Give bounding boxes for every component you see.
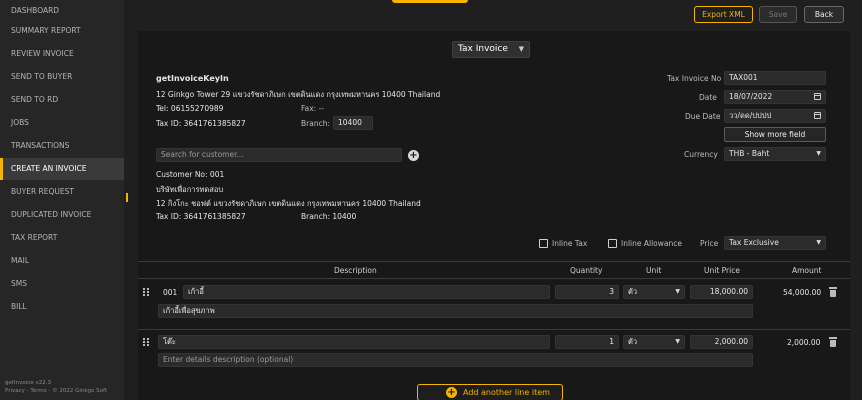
customer-number: Customer No: 001	[156, 170, 225, 179]
drag-handle-icon[interactable]	[143, 288, 149, 297]
tax-invoice-no-label: Tax Invoice No	[667, 74, 722, 83]
save-button[interactable]: Save	[759, 6, 797, 23]
export-xml-button[interactable]: Export XML	[694, 6, 753, 23]
main-content: Export XML Save Back Tax Invoice ▼ getIn…	[128, 0, 862, 400]
sidebar-footer: getInvoice v22.3 Privacy - Terms - © 202…	[5, 379, 107, 395]
calendar-icon[interactable]	[814, 112, 821, 119]
invoice-form: Tax Invoice ▼ getInvoiceKeyIn 12 Ginkgo …	[138, 31, 850, 400]
active-tab-indicator	[392, 0, 468, 3]
add-customer-icon[interactable]: +	[408, 150, 419, 161]
customer-name: บริษัทเพื่อการทดสอบ	[156, 185, 224, 194]
chevron-down-icon: ▼	[518, 45, 524, 53]
row-1-amount: 54,000.00	[783, 288, 822, 297]
seller-name: getInvoiceKeyIn	[156, 74, 229, 83]
chevron-down-icon: ▼	[675, 338, 680, 345]
row-divider	[138, 329, 850, 330]
currency-label: Currency	[684, 150, 718, 159]
chevron-down-icon: ▼	[675, 288, 680, 295]
sidebar-item-bill[interactable]: BILL	[0, 296, 124, 318]
sidebar-item-mail[interactable]: MAIL	[0, 250, 124, 272]
sidebar: DASHBOARD SUMMARY REPORT REVIEW INVOICE …	[0, 0, 124, 400]
add-line-item-button[interactable]: + Add another line item	[417, 384, 563, 400]
calendar-icon[interactable]	[814, 93, 821, 100]
date-label: Date	[699, 93, 717, 102]
row-2-name-field[interactable]: โต๊ะ	[158, 335, 550, 349]
column-unit: Unit	[646, 266, 662, 275]
date-value: 18/07/2022	[729, 92, 773, 101]
column-unit-price: Unit Price	[704, 266, 740, 275]
sidebar-item-sms[interactable]: SMS	[0, 273, 124, 295]
row-2-amount: 2,000.00	[787, 338, 821, 347]
line-items-header: Description Quantity Unit Unit Price Amo…	[138, 261, 850, 279]
sidebar-item-jobs[interactable]: JOBS	[0, 112, 124, 134]
inline-allowance-label: Inline Allowance	[621, 239, 682, 248]
currency-value: THB - Baht	[729, 149, 770, 158]
price-label: Price	[700, 239, 719, 248]
row-2-unit-price-field[interactable]: 2,000.00	[690, 335, 753, 349]
show-more-field-button[interactable]: Show more field	[724, 127, 826, 142]
row-2-unit-select[interactable]: ตัว ▼	[623, 335, 685, 349]
chevron-down-icon: ▼	[816, 150, 821, 157]
sidebar-item-send-to-buyer[interactable]: SEND TO BUYER	[0, 66, 124, 88]
price-mode-select[interactable]: Tax Exclusive ▼	[724, 236, 826, 250]
customer-search-input[interactable]: Search for customer...	[156, 148, 402, 162]
column-description: Description	[334, 266, 377, 275]
seller-tax-id: Tax ID: 3641761385827	[156, 119, 246, 128]
row-2-quantity-field[interactable]: 1	[555, 335, 619, 349]
chevron-down-icon: ▼	[816, 239, 821, 246]
back-button[interactable]: Back	[804, 6, 844, 23]
row-1-quantity-field[interactable]: 3	[555, 285, 619, 299]
sidebar-item-buyer-request[interactable]: BUYER REQUEST	[0, 181, 124, 203]
app-version: getInvoice v22.3	[5, 380, 51, 386]
inline-allowance-checkbox[interactable]	[608, 239, 617, 248]
delete-row-icon[interactable]	[829, 337, 837, 347]
seller-fax: Fax: --	[301, 104, 324, 113]
row-1-details-field[interactable]: เก้าอี้เพื่อสุขภาพ	[158, 304, 753, 318]
tax-invoice-no-field[interactable]: TAX001	[724, 71, 826, 85]
row-1-unit-value: ตัว	[628, 287, 638, 296]
column-amount: Amount	[792, 266, 822, 275]
document-type-value: Tax Invoice	[458, 44, 508, 54]
drag-handle-icon[interactable]	[143, 338, 149, 347]
customer-branch: Branch: 10400	[301, 212, 357, 221]
row-1-code: 001	[163, 288, 178, 297]
footer-links[interactable]: Privacy - Terms - © 2022 Ginkgo Soft	[5, 387, 107, 395]
delete-row-icon[interactable]	[829, 287, 837, 297]
sidebar-item-transactions[interactable]: TRANSACTIONS	[0, 135, 124, 157]
row-1-name-field[interactable]: เก้าอี้	[183, 285, 550, 299]
date-field[interactable]: 18/07/2022	[724, 90, 826, 104]
sidebar-item-send-to-rd[interactable]: SEND TO RD	[0, 89, 124, 111]
sidebar-item-dashboard[interactable]: DASHBOARD	[0, 0, 124, 22]
row-2-details-field[interactable]: Enter details description (optional)	[158, 353, 753, 367]
add-line-item-label: Add another line item	[463, 388, 550, 397]
seller-address: 12 Ginkgo Tower 29 แขวงรัชดาภิเษก เขตดิน…	[156, 90, 441, 99]
plus-icon: +	[446, 387, 457, 398]
row-1-unit-price-field[interactable]: 18,000.00	[690, 285, 753, 299]
price-mode-value: Tax Exclusive	[729, 238, 779, 247]
due-date-field[interactable]: วว/ดด/ปปปป	[724, 109, 826, 123]
customer-address: 12 กิงโกะ ชอฟต์ แขวงรัชดาภิเษก เขตดินแดง…	[156, 199, 421, 208]
seller-tel: Tel: 06155270989	[156, 104, 224, 113]
sidebar-item-tax-report[interactable]: TAX REPORT	[0, 227, 124, 249]
seller-branch-field[interactable]: 10400	[333, 116, 373, 130]
row-2-unit-value: ตัว	[628, 337, 638, 346]
currency-select[interactable]: THB - Baht ▼	[724, 147, 826, 161]
due-date-placeholder: วว/ดด/ปปปป	[729, 111, 772, 120]
sidebar-item-duplicated-invoice[interactable]: DUPLICATED INVOICE	[0, 204, 124, 226]
sidebar-item-summary-report[interactable]: SUMMARY REPORT	[0, 20, 124, 42]
customer-tax-id: Tax ID: 3641761385827	[156, 212, 246, 221]
sidebar-item-review-invoice[interactable]: REVIEW INVOICE	[0, 43, 124, 65]
row-1-unit-select[interactable]: ตัว ▼	[623, 285, 685, 299]
document-type-select[interactable]: Tax Invoice ▼	[452, 41, 530, 58]
inline-tax-checkbox[interactable]	[539, 239, 548, 248]
due-date-label: Due Date	[685, 112, 721, 121]
column-quantity: Quantity	[570, 266, 603, 275]
seller-branch-label: Branch:	[301, 119, 330, 128]
sidebar-item-create-invoice[interactable]: CREATE AN INVOICE	[0, 158, 124, 180]
inline-tax-label: Inline Tax	[552, 239, 588, 248]
